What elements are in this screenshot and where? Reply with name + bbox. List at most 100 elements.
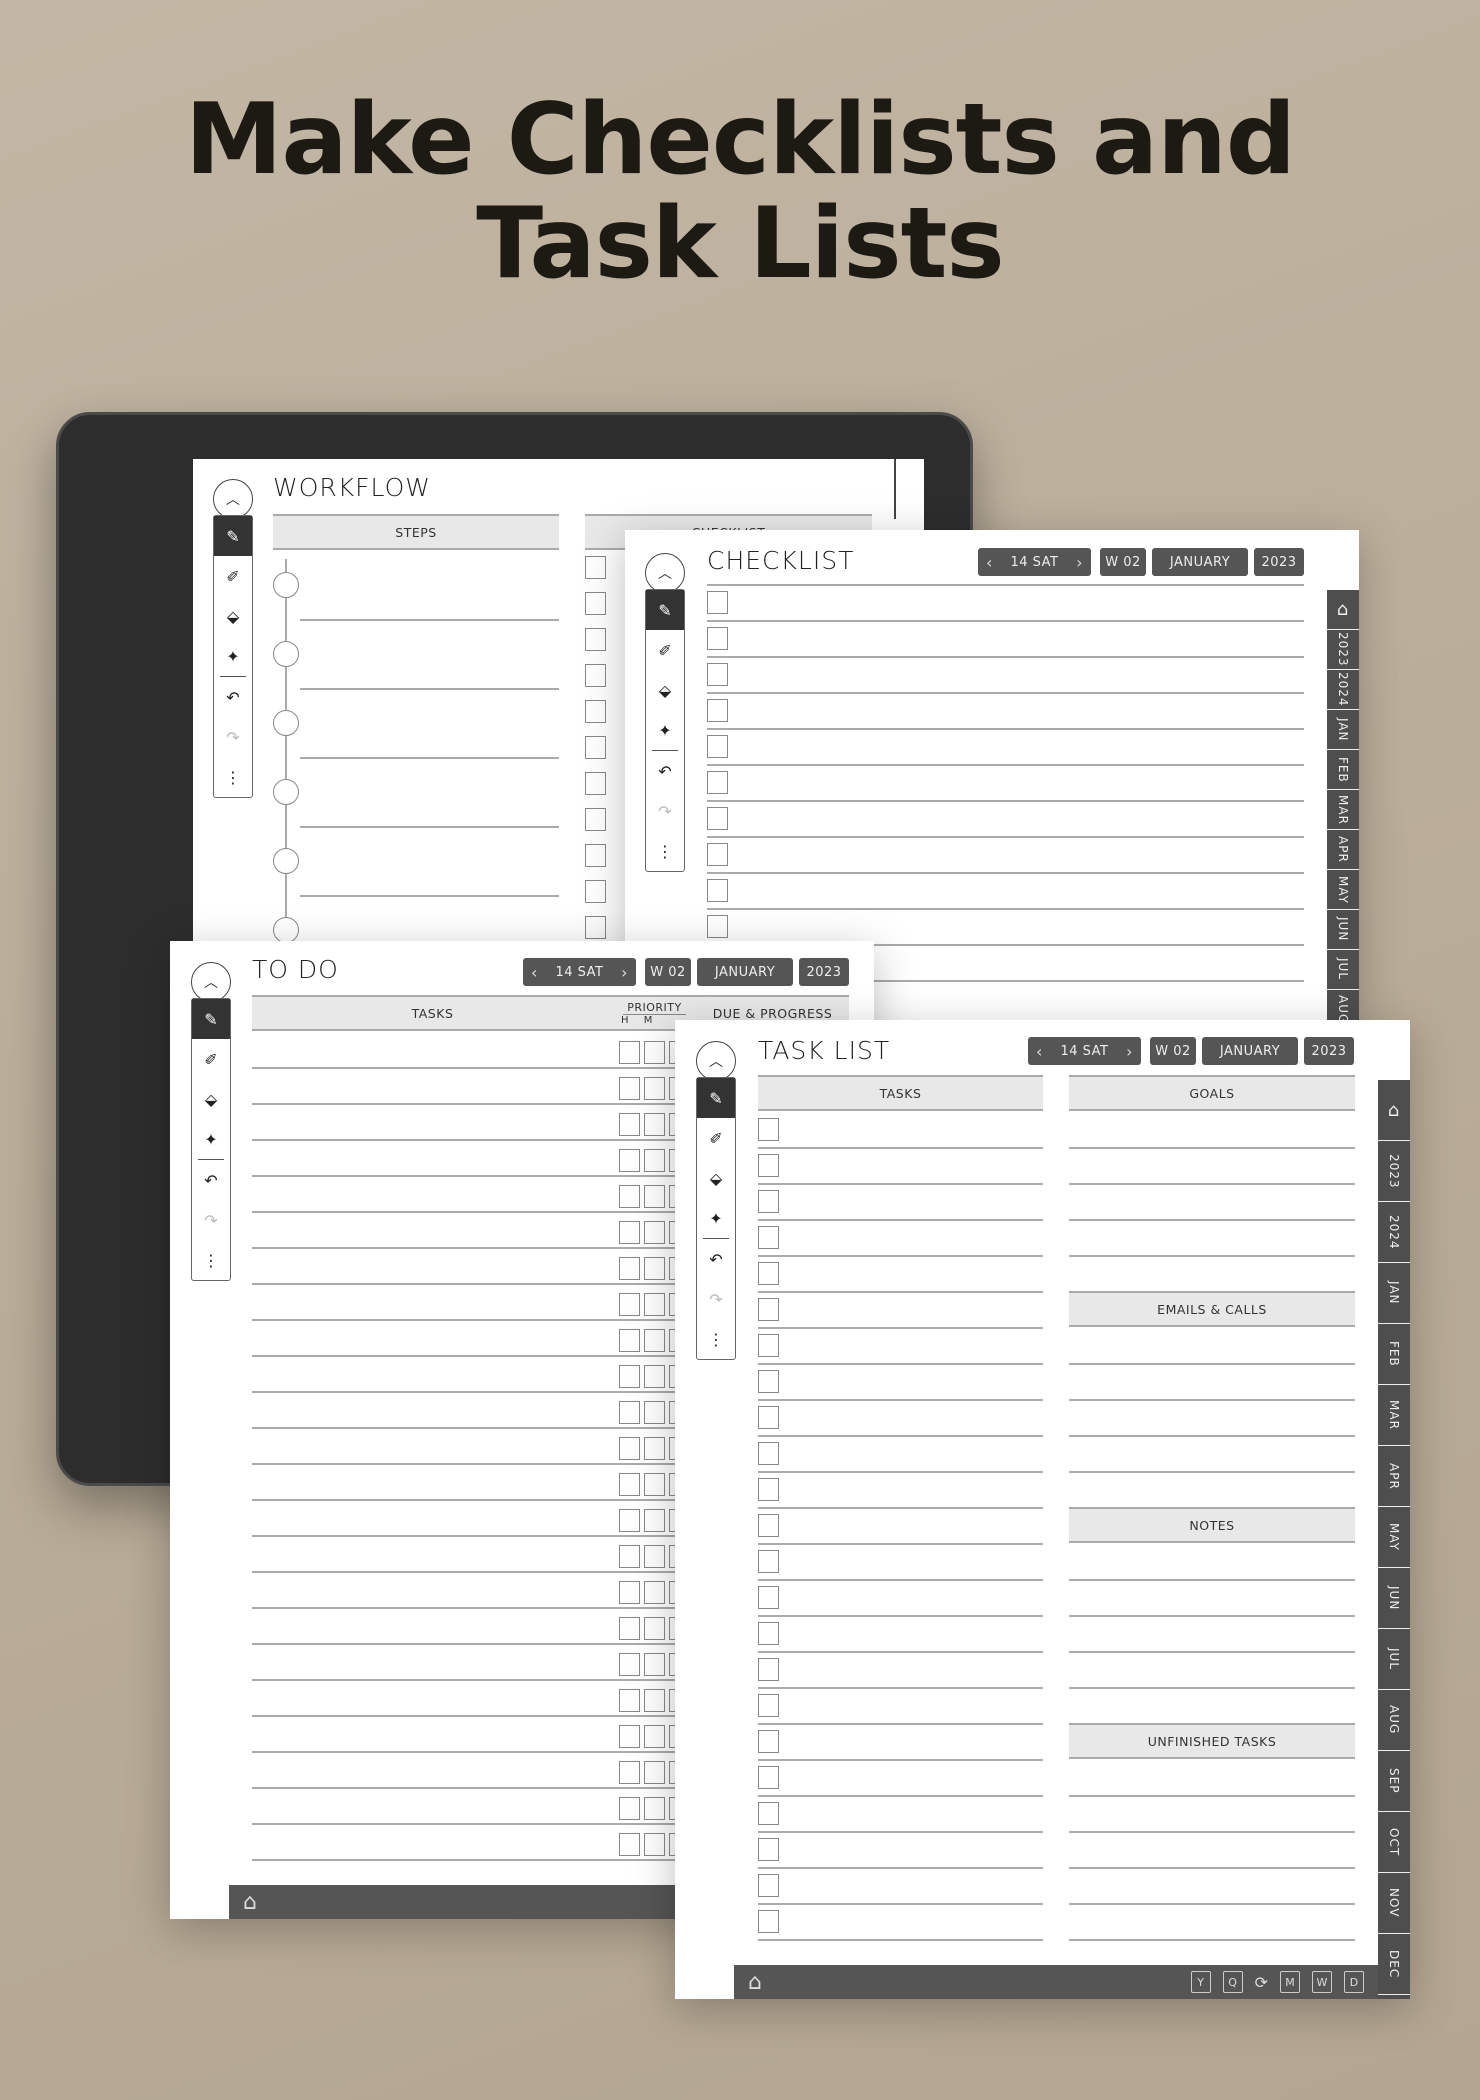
step-circle[interactable] — [273, 917, 299, 943]
checkbox[interactable] — [585, 880, 606, 903]
priority-checkbox-h[interactable] — [619, 1257, 640, 1280]
pen-icon[interactable]: ✎ — [697, 1078, 735, 1118]
week-button[interactable]: W 02 — [1100, 548, 1146, 576]
checkbox[interactable] — [707, 915, 728, 938]
priority-checkbox-h[interactable] — [619, 1041, 640, 1064]
priority-checkbox-m[interactable] — [644, 1365, 665, 1388]
tab-2024[interactable]: 2024 — [1327, 670, 1359, 710]
next-day-icon[interactable]: › — [621, 963, 628, 982]
priority-checkbox-h[interactable] — [619, 1689, 640, 1712]
priority-checkbox-h[interactable] — [619, 1437, 640, 1460]
checkbox[interactable] — [707, 591, 728, 614]
task-checkbox[interactable] — [758, 1622, 779, 1645]
checkbox[interactable] — [585, 664, 606, 687]
task-checkbox[interactable] — [758, 1478, 779, 1501]
priority-checkbox-m[interactable] — [644, 1473, 665, 1496]
undo-icon[interactable]: ↶ — [214, 677, 252, 717]
checkbox[interactable] — [585, 592, 606, 615]
task-checkbox[interactable] — [758, 1550, 779, 1573]
pen-icon[interactable]: ✎ — [192, 999, 230, 1039]
priority-checkbox-h[interactable] — [619, 1653, 640, 1676]
tab-2024[interactable]: 2024 — [1378, 1202, 1410, 1263]
tab-jan[interactable]: JAN — [1327, 710, 1359, 750]
collapse-toolbar-button[interactable]: ︿ — [213, 479, 253, 519]
collapse-toolbar-button[interactable]: ︿ — [645, 553, 685, 593]
priority-checkbox-m[interactable] — [644, 1833, 665, 1856]
year-button[interactable]: 2023 — [799, 958, 849, 986]
week-button[interactable]: W 02 — [645, 958, 691, 986]
priority-checkbox-m[interactable] — [644, 1617, 665, 1640]
home-icon[interactable]: ⌂ — [243, 1890, 257, 1915]
redo-icon[interactable]: ↷ — [192, 1200, 230, 1240]
task-checkbox[interactable] — [758, 1874, 779, 1897]
checkbox[interactable] — [707, 627, 728, 650]
tab-home[interactable]: ⌂ — [1378, 1080, 1410, 1141]
goals-icon[interactable]: ⟳ — [1255, 1973, 1268, 1992]
tab-sep[interactable]: SEP — [1378, 1751, 1410, 1812]
more-icon[interactable]: ⋮ — [646, 831, 684, 871]
undo-icon[interactable]: ↶ — [646, 751, 684, 791]
m-view-icon[interactable]: M — [1280, 1971, 1300, 1993]
step-circle[interactable] — [273, 710, 299, 736]
task-checkbox[interactable] — [758, 1730, 779, 1753]
priority-checkbox-m[interactable] — [644, 1725, 665, 1748]
priority-checkbox-h[interactable] — [619, 1401, 640, 1424]
priority-checkbox-h[interactable] — [619, 1761, 640, 1784]
priority-checkbox-h[interactable] — [619, 1221, 640, 1244]
day-nav[interactable]: ‹ 14 SAT › — [523, 958, 636, 986]
task-checkbox[interactable] — [758, 1406, 779, 1429]
priority-checkbox-h[interactable] — [619, 1581, 640, 1604]
tab-mar[interactable]: MAR — [1327, 790, 1359, 830]
tab-mar[interactable]: MAR — [1378, 1385, 1410, 1446]
day-nav[interactable]: ‹ 14 SAT › — [1028, 1037, 1141, 1065]
priority-checkbox-m[interactable] — [644, 1401, 665, 1424]
collapse-toolbar-button[interactable]: ︿ — [696, 1041, 736, 1081]
month-button[interactable]: JANUARY — [697, 958, 793, 986]
tab-feb[interactable]: FEB — [1327, 750, 1359, 790]
checkbox[interactable] — [585, 844, 606, 867]
checkbox[interactable] — [585, 556, 606, 579]
priority-checkbox-h[interactable] — [619, 1113, 640, 1136]
more-icon[interactable]: ⋮ — [697, 1319, 735, 1359]
priority-checkbox-m[interactable] — [644, 1797, 665, 1820]
priority-checkbox-m[interactable] — [644, 1761, 665, 1784]
checkbox[interactable] — [585, 772, 606, 795]
tab-apr[interactable]: APR — [1327, 830, 1359, 870]
checkbox[interactable] — [585, 700, 606, 723]
priority-checkbox-m[interactable] — [644, 1041, 665, 1064]
tab-jun[interactable]: JUN — [1378, 1568, 1410, 1629]
tab-may[interactable]: MAY — [1327, 870, 1359, 910]
checkbox[interactable] — [707, 807, 728, 830]
checkbox[interactable] — [707, 663, 728, 686]
priority-checkbox-m[interactable] — [644, 1509, 665, 1532]
month-button[interactable]: JANUARY — [1152, 548, 1248, 576]
checkbox[interactable] — [707, 843, 728, 866]
day-nav[interactable]: ‹ 14 SAT › — [978, 548, 1091, 576]
tab-apr[interactable]: APR — [1378, 1446, 1410, 1507]
step-circle[interactable] — [273, 641, 299, 667]
checkbox[interactable] — [585, 916, 606, 939]
priority-checkbox-h[interactable] — [619, 1293, 640, 1316]
step-circle[interactable] — [273, 779, 299, 805]
tab-2023[interactable]: 2023 — [1327, 630, 1359, 670]
task-checkbox[interactable] — [758, 1334, 779, 1357]
task-checkbox[interactable] — [758, 1154, 779, 1177]
task-checkbox[interactable] — [758, 1910, 779, 1933]
redo-icon[interactable]: ↷ — [214, 717, 252, 757]
more-icon[interactable]: ⋮ — [214, 757, 252, 797]
undo-icon[interactable]: ↶ — [192, 1160, 230, 1200]
task-checkbox[interactable] — [758, 1226, 779, 1249]
checkbox[interactable] — [585, 808, 606, 831]
eraser-icon[interactable]: ⬙ — [214, 596, 252, 636]
step-circle[interactable] — [273, 572, 299, 598]
month-button[interactable]: JANUARY — [1202, 1037, 1298, 1065]
step-circle[interactable] — [273, 848, 299, 874]
eraser-icon[interactable]: ⬙ — [646, 670, 684, 710]
tab-aug[interactable]: AUG — [1378, 1690, 1410, 1751]
redo-icon[interactable]: ↷ — [697, 1279, 735, 1319]
pen-icon[interactable]: ✎ — [214, 516, 252, 556]
lasso-icon[interactable]: ✦ — [697, 1198, 735, 1238]
tab-oct[interactable]: OCT — [1378, 1812, 1410, 1873]
priority-checkbox-m[interactable] — [644, 1653, 665, 1676]
task-checkbox[interactable] — [758, 1190, 779, 1213]
